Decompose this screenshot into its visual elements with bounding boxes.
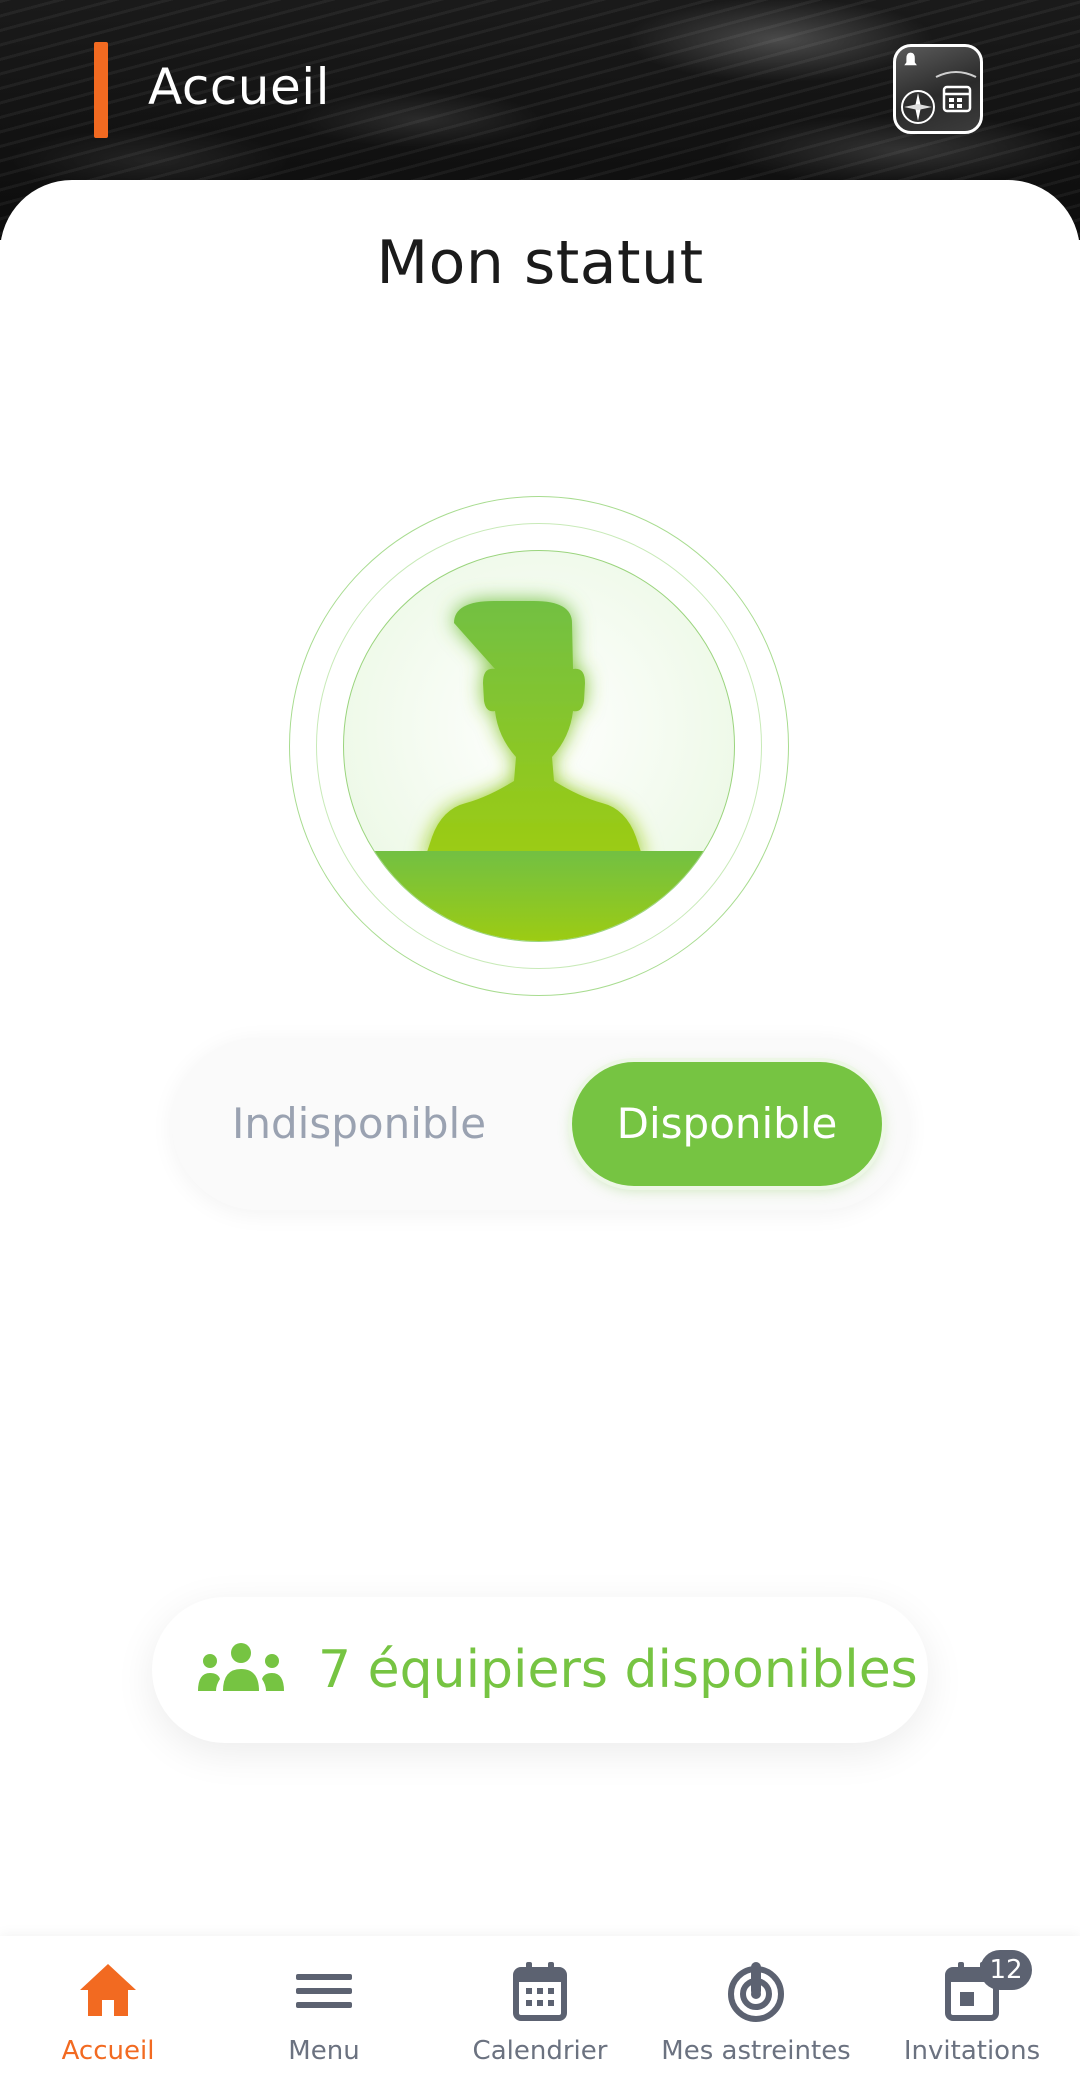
target-icon (728, 1962, 784, 2022)
nav-label-home: Accueil (61, 2036, 155, 2066)
nav-item-invitations[interactable]: Invitations (864, 1936, 1080, 2083)
nav-label-invitations: Invitations (903, 2036, 1041, 2066)
menu-icon (296, 1974, 352, 2008)
status-toggle[interactable]: Indisponible Disponible (172, 1038, 908, 1210)
notification-calendar-app-icon[interactable] (893, 44, 983, 134)
available-team-label: 7 équipiers disponibles (318, 1640, 918, 1700)
group-icon (198, 1643, 284, 1691)
calendar-icon (513, 1962, 567, 2021)
bottom-navigation: Accueil Menu Calendrier Mes astreintes I… (0, 1936, 1080, 2083)
nav-label-on-call: Mes astreintes (661, 2036, 851, 2066)
nav-item-calendar[interactable]: Calendrier (432, 1936, 648, 2083)
person-silhouette-icon (344, 601, 735, 942)
nav-item-on-call[interactable]: Mes astreintes (648, 1936, 864, 2083)
nav-item-menu[interactable]: Menu (216, 1936, 432, 2083)
nav-label-menu: Menu (288, 2036, 360, 2066)
page-title: Mon statut (376, 228, 704, 298)
nav-label-calendar: Calendrier (472, 2036, 608, 2066)
home-icon (80, 1964, 136, 2016)
header-accent-bar (94, 42, 108, 138)
invitations-count-badge: 12 (980, 1950, 1032, 1990)
available-team-button[interactable]: 7 équipiers disponibles (152, 1597, 928, 1743)
avatar-inner-circle (343, 550, 735, 942)
page-header-title: Accueil (148, 58, 331, 116)
nav-item-home[interactable]: Accueil (0, 1936, 216, 2083)
status-avatar[interactable] (289, 496, 789, 996)
available-option[interactable]: Disponible (572, 1062, 882, 1186)
unavailable-option[interactable]: Indisponible (232, 1038, 486, 1210)
